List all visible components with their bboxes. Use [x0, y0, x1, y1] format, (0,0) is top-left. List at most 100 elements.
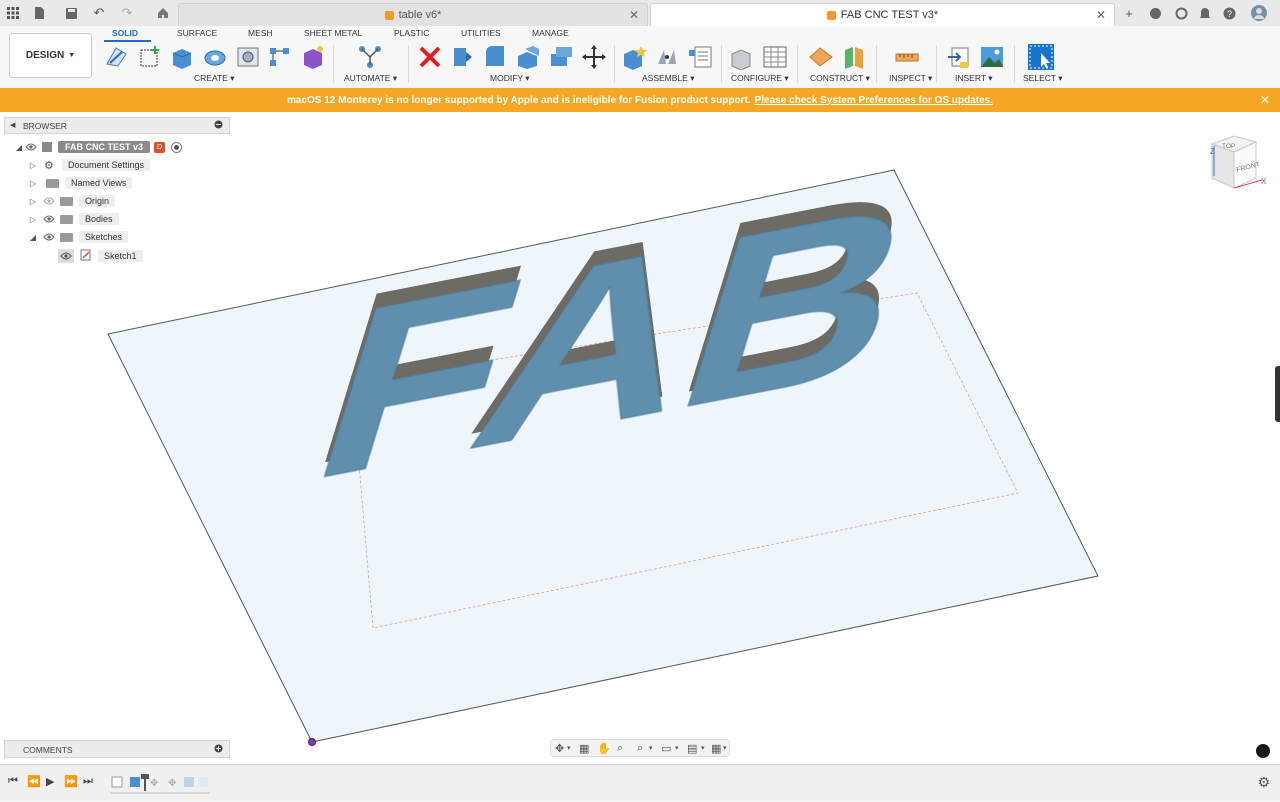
- measure-icon[interactable]: [894, 44, 920, 70]
- tab-mesh[interactable]: MESH: [248, 28, 273, 38]
- gear-icon[interactable]: ⚙: [1257, 774, 1270, 791]
- joint-icon[interactable]: [654, 44, 680, 70]
- inspect-menu[interactable]: INSPECT ▾: [889, 73, 932, 84]
- move-feature-icon[interactable]: ✥: [168, 778, 176, 789]
- move-feature-icon[interactable]: ✥: [150, 778, 158, 789]
- grid-snaps-icon[interactable]: ▤: [687, 742, 697, 755]
- tab-solid[interactable]: SOLID: [112, 28, 138, 38]
- tab-fab-cnc-test[interactable]: FAB CNC TEST v3* ✕: [650, 3, 1115, 26]
- extensions-icon[interactable]: [1146, 4, 1164, 22]
- feedback-icon[interactable]: [1256, 744, 1270, 758]
- comments-panel-header[interactable]: COMMENTS: [4, 740, 230, 758]
- axis-z-label: Z: [1210, 147, 1215, 156]
- assemble-menu[interactable]: ASSEMBLE ▾: [642, 73, 694, 84]
- configure-menu[interactable]: CONFIGURE ▾: [731, 73, 789, 84]
- save-icon[interactable]: [62, 4, 80, 22]
- create-form-icon[interactable]: [300, 44, 326, 70]
- chevron-down-icon[interactable]: ▾: [675, 744, 679, 752]
- zoom-icon[interactable]: ⌕: [617, 742, 623, 755]
- combine-feature-icon[interactable]: [184, 777, 194, 787]
- new-component-icon[interactable]: [621, 44, 647, 70]
- extrude-icon[interactable]: [169, 44, 195, 70]
- tab-plastic[interactable]: PLASTIC: [394, 28, 429, 38]
- create-menu[interactable]: CREATE ▾: [194, 73, 235, 84]
- tab-sheet-metal[interactable]: SHEET METAL: [304, 28, 362, 38]
- feature-icon[interactable]: [198, 777, 208, 787]
- delete-icon[interactable]: [417, 44, 443, 70]
- tab-label: table v6*: [398, 9, 442, 21]
- divider: [721, 45, 722, 83]
- press-pull-icon[interactable]: [449, 44, 475, 70]
- user-avatar-icon[interactable]: [1250, 4, 1268, 22]
- workspace-switcher-button[interactable]: DESIGN ▼: [9, 33, 92, 78]
- modify-menu[interactable]: MODIFY ▾: [490, 73, 530, 84]
- divider: [797, 45, 798, 83]
- tab-manage[interactable]: MANAGE: [532, 28, 569, 38]
- tab-table-v6[interactable]: table v6* ✕: [178, 3, 648, 26]
- automate-menu[interactable]: AUTOMATE ▾: [344, 73, 397, 84]
- step-forward-icon[interactable]: ⏩: [64, 775, 78, 788]
- insert-derive-icon[interactable]: [946, 44, 972, 70]
- move-copy-icon[interactable]: [581, 44, 607, 70]
- play-icon[interactable]: ▶: [46, 775, 54, 788]
- notice-link[interactable]: Please check System Preferences for OS u…: [755, 95, 993, 106]
- side-panel-handle[interactable]: [1275, 366, 1280, 422]
- job-status-icon[interactable]: [1172, 4, 1190, 22]
- insert-menu[interactable]: INSERT ▾: [955, 73, 993, 84]
- insert-image-icon[interactable]: [979, 44, 1005, 70]
- configuration-table-icon[interactable]: [762, 44, 788, 70]
- go-to-start-icon[interactable]: ⏮: [8, 775, 18, 788]
- shell-icon[interactable]: [515, 44, 541, 70]
- add-comment-icon[interactable]: [214, 744, 223, 755]
- origin-point[interactable]: [308, 738, 316, 746]
- close-icon[interactable]: ✕: [1096, 8, 1106, 22]
- chevron-down-icon[interactable]: ▾: [723, 744, 727, 752]
- go-to-end-icon[interactable]: ⏭: [83, 775, 93, 788]
- close-icon[interactable]: ✕: [1260, 93, 1270, 107]
- automate-icon[interactable]: [357, 44, 383, 70]
- offset-plane-icon[interactable]: [808, 44, 834, 70]
- look-at-icon[interactable]: ▦: [579, 742, 589, 755]
- bill-of-materials-icon[interactable]: [687, 44, 713, 70]
- orbit-constrained-icon[interactable]: ✥: [555, 742, 564, 755]
- new-tab-icon[interactable]: +: [1120, 4, 1138, 22]
- fit-icon[interactable]: ⌕: [637, 742, 643, 755]
- combine-icon[interactable]: [548, 44, 574, 70]
- sketch-feature-icon[interactable]: [111, 776, 123, 788]
- view-cube[interactable]: TOP FRONT Z X: [1200, 132, 1270, 194]
- create-sketch-icon[interactable]: [104, 44, 130, 70]
- help-icon[interactable]: ?: [1220, 4, 1238, 22]
- step-back-icon[interactable]: ⏪: [27, 775, 41, 788]
- close-icon[interactable]: ✕: [629, 8, 639, 22]
- file-menu-icon[interactable]: [30, 4, 48, 22]
- hole-icon[interactable]: [235, 44, 261, 70]
- viewports-icon[interactable]: ▦: [711, 742, 721, 755]
- rectangular-pattern-icon[interactable]: [267, 44, 293, 70]
- divider: [333, 45, 334, 83]
- chevron-down-icon[interactable]: ▾: [649, 744, 653, 752]
- design-cube-icon: [826, 10, 836, 20]
- pan-icon[interactable]: ✋: [597, 742, 611, 755]
- create-sketch-plus-icon[interactable]: [137, 44, 163, 70]
- select-icon[interactable]: [1027, 43, 1055, 71]
- configure-icon[interactable]: [729, 44, 755, 70]
- construct-menu[interactable]: CONSTRUCT ▾: [810, 73, 870, 84]
- midplane-icon[interactable]: [841, 44, 867, 70]
- notifications-icon[interactable]: [1196, 4, 1214, 22]
- tab-surface[interactable]: SURFACE: [177, 28, 217, 38]
- tab-utilities[interactable]: UTILITIES: [461, 28, 501, 38]
- display-settings-icon[interactable]: ▭: [661, 742, 671, 755]
- undo-icon[interactable]: ↶: [90, 4, 108, 22]
- revolve-icon[interactable]: [202, 44, 228, 70]
- extrude-feature-icon[interactable]: [130, 777, 140, 787]
- redo-icon[interactable]: ↷: [118, 4, 136, 22]
- home-icon[interactable]: [154, 4, 172, 22]
- tab-bar: ↶ ↷ table v6* ✕ FAB CNC TEST v3* ✕ + ?: [0, 0, 1280, 27]
- canvas-viewport[interactable]: FAB FAB: [0, 113, 1280, 763]
- apps-grid-icon[interactable]: [4, 4, 22, 22]
- fillet-icon[interactable]: [482, 44, 508, 70]
- chevron-down-icon[interactable]: ▾: [701, 744, 705, 752]
- chevron-down-icon[interactable]: ▾: [567, 744, 571, 752]
- select-menu[interactable]: SELECT ▾: [1023, 73, 1063, 84]
- svg-text:?: ?: [1227, 9, 1232, 19]
